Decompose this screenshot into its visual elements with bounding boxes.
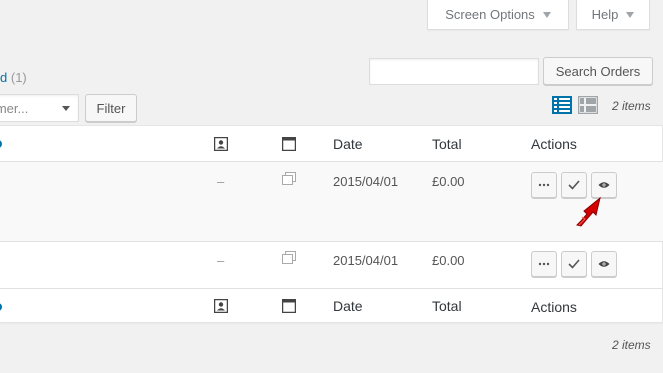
window-icon [281,136,297,156]
order-date: 2015/04/01 [333,253,399,268]
filter-button[interactable]: Filter [85,94,137,122]
list-view-icon[interactable] [552,96,572,114]
screen-options-tab[interactable]: Screen Options [427,0,569,30]
footer-header-total[interactable]: Total [432,298,462,314]
note-icon [282,251,296,269]
contact-card-icon [213,298,229,318]
items-count-bottom: 2 items [612,338,651,352]
complete-order-button[interactable] [561,251,587,277]
status-count: (1) [10,70,27,85]
customer-select[interactable]: tomer... [0,94,79,122]
customer-select-value: tomer... [0,101,29,116]
ellipsis-icon [538,183,550,187]
order-total: £0.00 [432,174,465,189]
billing-value: – [217,174,225,189]
chevron-down-icon [626,11,635,18]
column-header-actions: Actions [531,136,577,152]
search-orders-button[interactable]: Search Orders [543,57,653,85]
row-divider [0,241,663,242]
search-orders-label: Search Orders [555,63,641,79]
status-link[interactable]: d [0,70,7,85]
more-actions-button[interactable] [531,172,557,198]
order-date: 2015/04/01 [333,174,399,189]
contact-card-icon [213,136,229,156]
footer-divider [0,288,663,289]
search-input[interactable] [369,58,539,85]
sort-indicator[interactable] [0,303,2,311]
red-arrow-icon [572,194,604,233]
chevron-down-icon [62,106,70,111]
eye-icon [598,182,610,188]
sort-indicator[interactable] [0,140,2,148]
help-label: Help [591,7,619,22]
status-filter-links: d (1) [0,70,27,85]
window-icon [281,298,297,318]
ellipsis-icon [538,262,550,266]
billing-value: – [217,253,225,268]
note-icon [282,172,296,190]
view-order-button[interactable] [591,251,617,277]
help-tab[interactable]: Help [576,0,650,30]
column-header-total[interactable]: Total [432,136,462,152]
screen-options-label: Screen Options [445,7,535,22]
checkmark-icon [568,259,580,269]
items-count-top: 2 items [612,99,651,113]
order-total: £0.00 [432,253,465,268]
excerpt-view-icon[interactable] [577,95,599,115]
chevron-down-icon [542,11,551,18]
more-actions-button[interactable] [531,251,557,277]
filter-label: Filter [96,100,126,116]
orders-table: Date Total Actions – 2015/04/01 £0.00 – … [0,125,663,323]
footer-header-date[interactable]: Date [333,298,363,314]
column-header-date[interactable]: Date [333,136,363,152]
eye-icon [598,261,610,267]
footer-header-actions: Actions [531,299,577,315]
checkmark-icon [568,180,580,190]
